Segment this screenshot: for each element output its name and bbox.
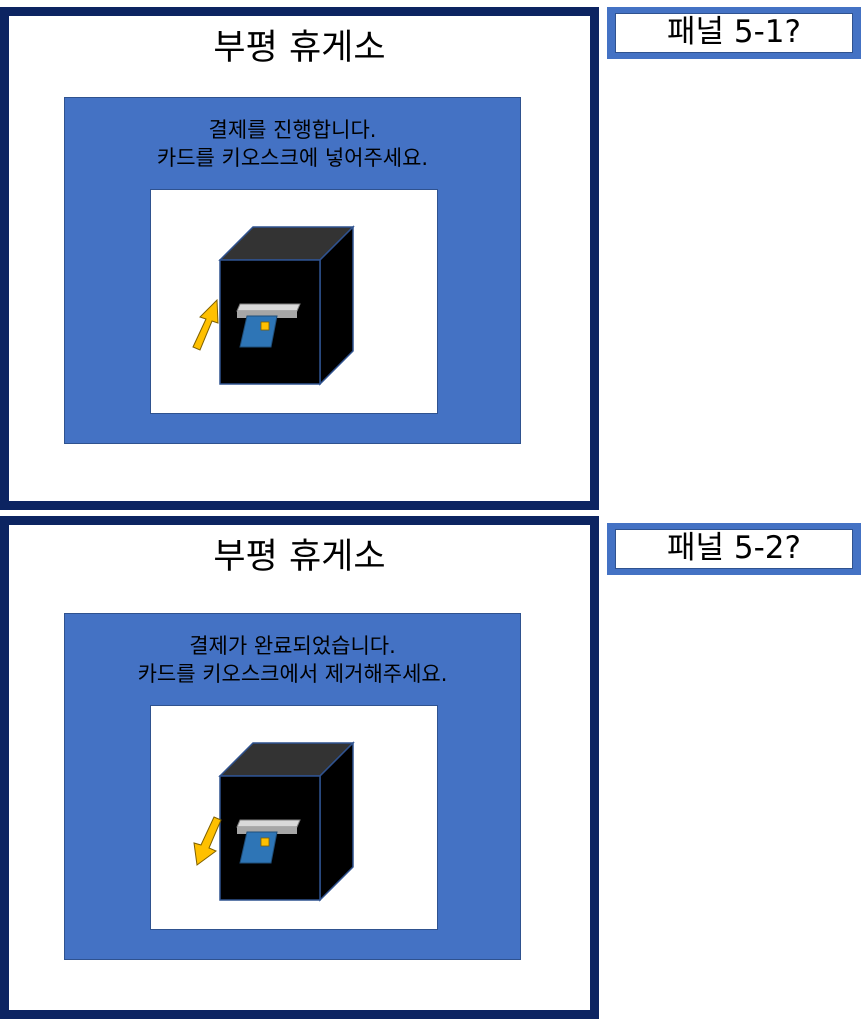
panel-label-text: 패널 5-1? (615, 13, 853, 53)
message-line-2: 카드를 키오스크에 넣어주세요. (156, 146, 429, 170)
message-area: 결제가 완료되었습니다. 카드를 키오스크에서 제거해주세요. (64, 613, 521, 960)
panel-label-text: 패널 5-2? (615, 529, 853, 569)
arrow-up-icon (192, 298, 219, 351)
payment-message: 결제가 완료되었습니다. 카드를 키오스크에서 제거해주세요. (65, 632, 520, 688)
card-slot (236, 819, 301, 828)
card-slot (236, 303, 301, 312)
kiosk-illustration (150, 705, 438, 930)
panel-title: 부평 휴게소 (213, 28, 386, 68)
kiosk-icon (193, 741, 355, 902)
message-area: 결제를 진행합니다. 카드를 키오스크에 넣어주세요. (64, 97, 521, 444)
panel-label-5-1: 패널 5-1? (607, 7, 861, 59)
panel-label-5-2: 패널 5-2? (607, 523, 861, 575)
arrow-down-icon (193, 816, 222, 866)
panel-title: 부평 휴게소 (213, 537, 386, 577)
card-chip (260, 837, 270, 847)
payment-message: 결제를 진행합니다. 카드를 키오스크에 넣어주세요. (65, 116, 520, 172)
message-line-1: 결제를 진행합니다. (208, 118, 377, 142)
message-line-2: 카드를 키오스크에서 제거해주세요. (137, 662, 448, 686)
panel-5-2: 부평 휴게소 결제가 완료되었습니다. 카드를 키오스크에서 제거해주세요. (0, 516, 599, 1019)
message-line-1: 결제가 완료되었습니다. (189, 634, 396, 658)
panel-5-1: 부평 휴게소 결제를 진행합니다. 카드를 키오스크에 넣어주세요. (0, 7, 599, 510)
card-icon (239, 315, 278, 348)
card-icon (239, 831, 278, 864)
kiosk-illustration (150, 189, 438, 414)
kiosk-icon (192, 225, 355, 386)
card-chip (260, 321, 270, 331)
